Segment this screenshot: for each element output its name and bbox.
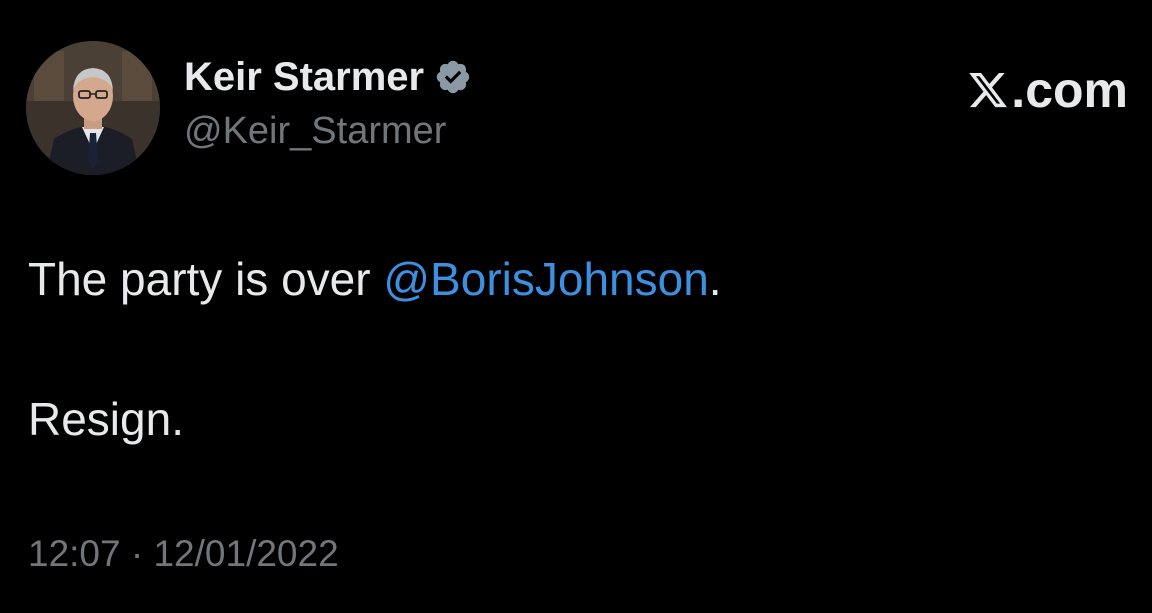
author-handle[interactable]: @Keir_Starmer	[184, 108, 446, 154]
x-logo-icon	[967, 67, 1009, 113]
avatar[interactable]	[26, 41, 160, 175]
mention-link[interactable]: @BorisJohnson	[383, 253, 708, 305]
timestamp-date: 12/01/2022	[153, 533, 339, 574]
timestamp-separator: ·	[120, 533, 154, 574]
verified-badge-icon	[434, 58, 472, 96]
brand-domain-text: .com	[1011, 62, 1128, 118]
profile-photo	[26, 41, 160, 175]
tweet-text-suffix: .	[708, 253, 722, 305]
tweet-text-prefix: The party is over	[28, 253, 384, 305]
author-name-row: Keir Starmer	[184, 54, 472, 100]
tweet-card: Keir Starmer @Keir_Starmer .com The part…	[0, 0, 1152, 613]
tweet-timestamp[interactable]: 12:07 · 12/01/2022	[28, 530, 339, 578]
brand-watermark: .com	[967, 60, 1128, 120]
author-display-name[interactable]: Keir Starmer	[184, 54, 424, 100]
tweet-text-line1: The party is over @BorisJohnson.	[28, 250, 722, 308]
timestamp-time: 12:07	[28, 533, 121, 574]
tweet-text-line2: Resign.	[28, 393, 184, 445]
